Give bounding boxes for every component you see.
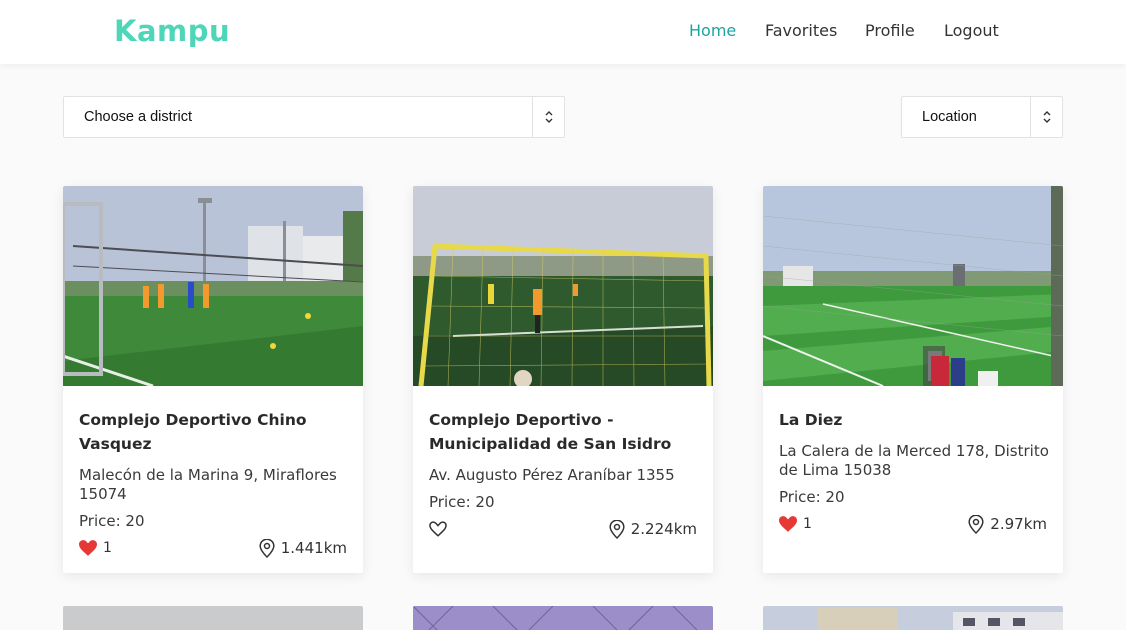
location-pin-icon	[259, 538, 275, 558]
likes-counter: 1	[79, 538, 112, 558]
nav-logout[interactable]: Logout	[944, 21, 999, 40]
field-card[interactable]: Complejo Deportivo - Municipalidad de Sa…	[413, 186, 713, 573]
district-select-arrow	[532, 97, 564, 137]
field-photo	[763, 186, 1063, 386]
likes-count: 1	[103, 540, 112, 556]
district-select-value: Choose a district	[84, 109, 192, 125]
top-navbar: Kampu Home Favorites Profile Logout	[0, 0, 1126, 64]
up-down-chevron-icon	[1043, 111, 1051, 123]
likes-count: 1	[803, 516, 812, 532]
field-address: Malecón de la Marina 9, Miraflores 15074	[79, 466, 337, 503]
likes-counter	[429, 519, 453, 539]
likes-counter: 1	[779, 514, 812, 534]
up-down-chevron-icon	[545, 111, 553, 123]
sort-select-arrow	[1030, 97, 1062, 137]
field-name[interactable]: La Diez	[779, 408, 1049, 432]
field-card[interactable]: Complejo Deportivo Chino Vasquez Malecón…	[63, 186, 363, 573]
field-price: Price: 20	[429, 493, 495, 511]
distance-value: 1.441km	[280, 539, 347, 557]
field-card-photo-peek[interactable]	[63, 606, 363, 630]
district-select[interactable]: Choose a district	[63, 96, 565, 138]
heart-outline-icon[interactable]	[429, 521, 447, 537]
app-logo[interactable]: Kampu	[114, 14, 230, 48]
distance: 2.97km	[968, 514, 1047, 534]
distance: 1.441km	[259, 538, 347, 558]
field-name[interactable]: Complejo Deportivo Chino Vasquez	[79, 408, 349, 456]
sort-select-value: Location	[922, 109, 977, 125]
location-pin-icon	[609, 519, 625, 539]
sort-select[interactable]: Location	[901, 96, 1063, 138]
heart-filled-icon[interactable]	[779, 516, 797, 532]
field-card-photo-peek[interactable]	[413, 606, 713, 630]
field-photo	[63, 186, 363, 386]
nav-profile[interactable]: Profile	[865, 21, 915, 40]
field-address: La Calera de la Merced 178, Distrito de …	[779, 442, 1049, 479]
heart-filled-icon[interactable]	[79, 540, 97, 556]
field-name[interactable]: Complejo Deportivo - Municipalidad de Sa…	[429, 408, 699, 456]
distance-value: 2.224km	[630, 520, 697, 538]
distance-value: 2.97km	[990, 515, 1047, 533]
field-address: Av. Augusto Pérez Araníbar 1355	[429, 466, 675, 484]
location-pin-icon	[968, 514, 984, 534]
field-card[interactable]: La Diez La Calera de la Merced 178, Dist…	[763, 186, 1063, 573]
distance: 2.224km	[609, 519, 697, 539]
nav-home[interactable]: Home	[689, 21, 736, 40]
field-photo	[413, 186, 713, 386]
nav-favorites[interactable]: Favorites	[765, 21, 837, 40]
field-card-photo-peek[interactable]	[763, 606, 1063, 630]
field-price: Price: 20	[779, 488, 845, 506]
field-price: Price: 20	[79, 512, 145, 530]
